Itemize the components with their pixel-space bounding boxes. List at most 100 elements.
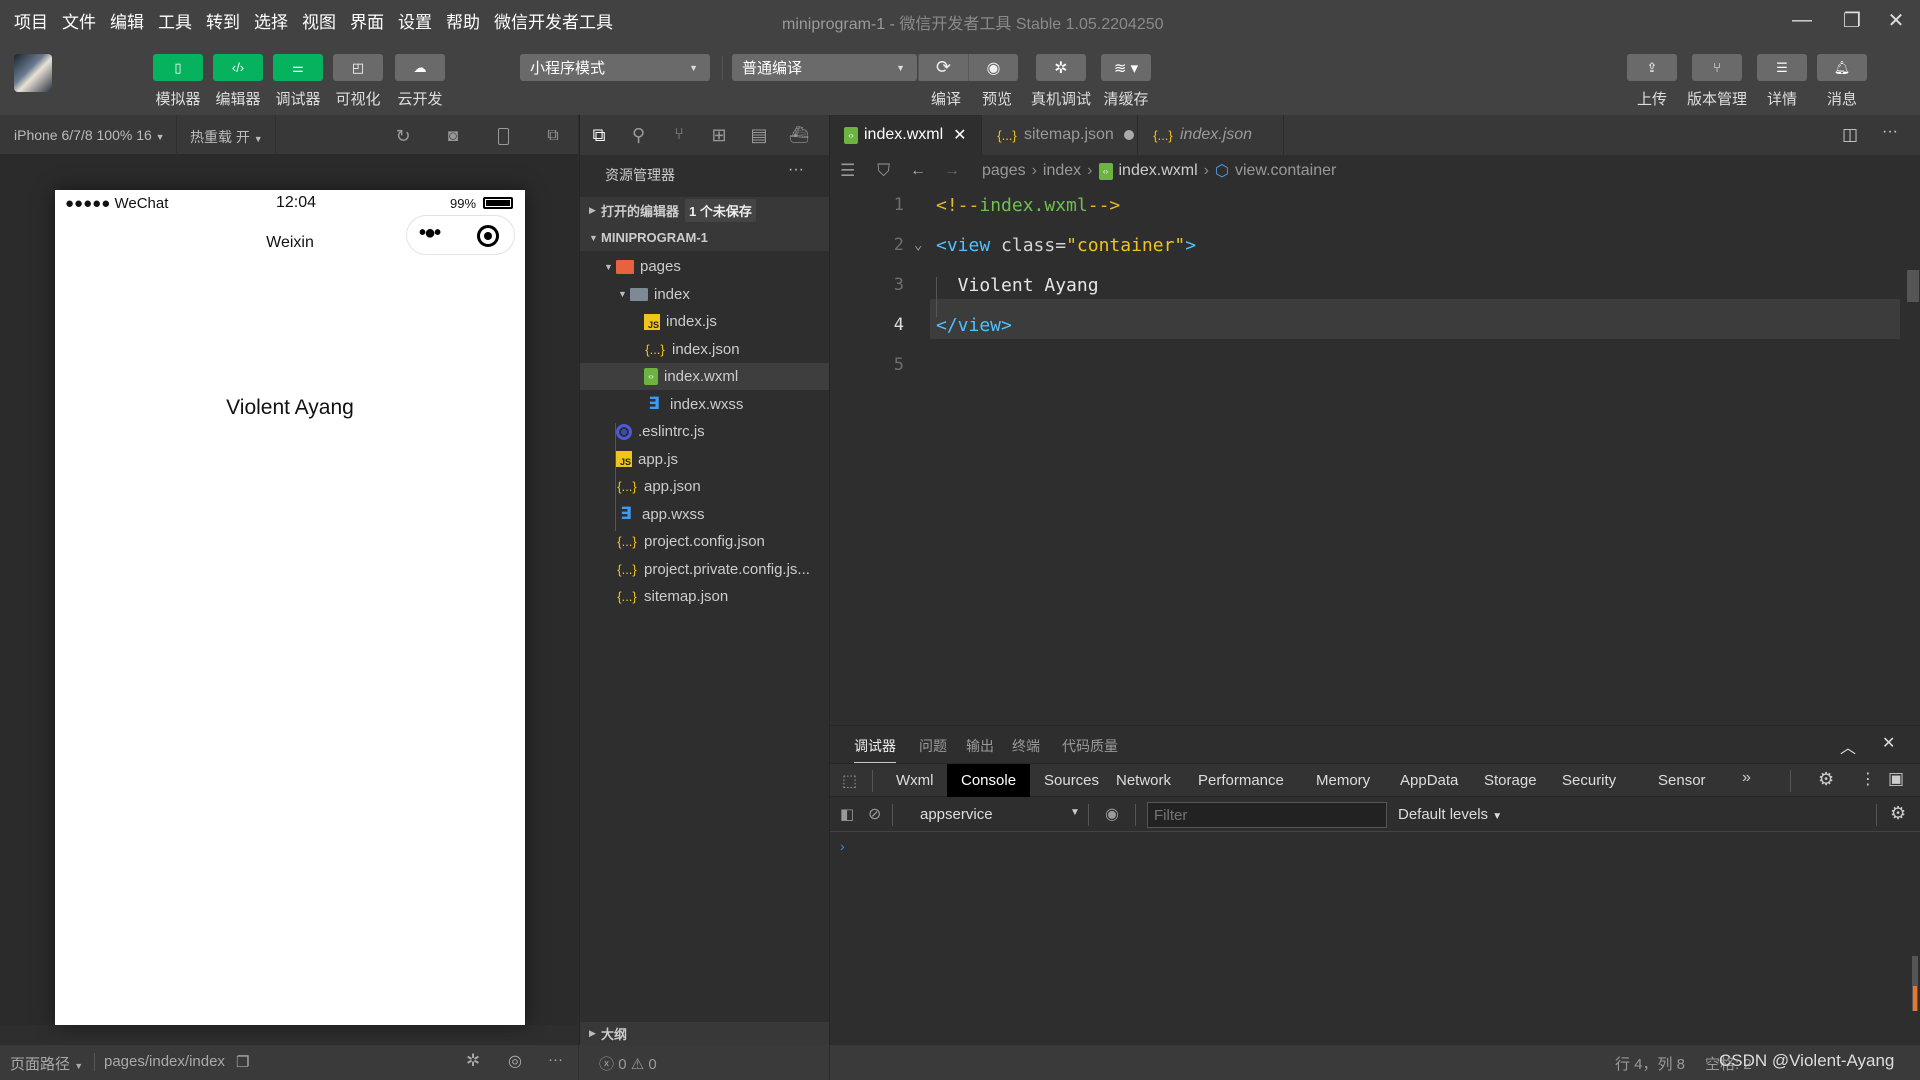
remote-debug-button[interactable]: ✲: [1036, 54, 1086, 81]
menu-item[interactable]: 界面: [350, 8, 384, 33]
devtools-tab[interactable]: Console: [947, 764, 1031, 797]
outline-toggle-button[interactable]: ☰: [840, 161, 855, 181]
docker-tab[interactable]: ⛴: [788, 124, 810, 146]
devtools-tab[interactable]: Sources: [1030, 764, 1113, 797]
live-expression-button[interactable]: ◉: [1105, 804, 1119, 824]
maximize-button[interactable]: ❐: [1832, 4, 1872, 36]
detach-button[interactable]: ⧉: [542, 125, 564, 147]
fold-chevron-icon[interactable]: ⌄: [914, 237, 922, 253]
avatar[interactable]: [14, 54, 52, 92]
dock-button[interactable]: ▣: [1888, 769, 1904, 789]
close-window-button[interactable]: ✕: [1876, 4, 1916, 36]
code-line[interactable]: <!--index.wxml-->: [936, 195, 1120, 216]
reload-button[interactable]: ↻: [392, 125, 414, 147]
more-button[interactable]: ···: [548, 1051, 563, 1068]
console-prompt[interactable]: ›: [840, 838, 845, 854]
breadcrumb-item[interactable]: index.wxml: [1119, 162, 1198, 180]
panel-tab[interactable]: 调试器: [854, 736, 896, 764]
toolbar-layout-button[interactable]: ◰: [333, 54, 383, 81]
filter-input[interactable]: [1147, 802, 1387, 828]
panel-tab[interactable]: 代码质量: [1062, 736, 1118, 756]
extensions-tab[interactable]: ⊞: [708, 124, 730, 146]
close-panel-button[interactable]: ✕: [1882, 733, 1895, 753]
sidebar-toggle-button[interactable]: ◧: [840, 805, 854, 823]
file-tree-item[interactable]: {...} project.config.json: [580, 528, 829, 555]
code-line[interactable]: <view class="container">: [936, 235, 1196, 256]
inspect-button[interactable]: ⬚: [842, 771, 857, 791]
levels-select[interactable]: Default levels ▼: [1398, 806, 1502, 823]
console-settings-button[interactable]: ⚙: [1890, 803, 1906, 824]
minimize-button[interactable]: —: [1782, 4, 1822, 36]
file-tree-item[interactable]: ▼ pages: [580, 253, 829, 280]
menu-item[interactable]: 视图: [302, 8, 336, 33]
panel-tab[interactable]: 终端: [1012, 736, 1040, 756]
device-rotate-button[interactable]: [492, 125, 514, 147]
files-tab[interactable]: ⧉: [588, 124, 610, 146]
file-tree-item[interactable]: {...} app.json: [580, 473, 829, 500]
panel-tab[interactable]: 问题: [919, 736, 947, 756]
source-control-tab[interactable]: ⑂: [668, 124, 690, 146]
devtools-tab[interactable]: Wxml: [882, 764, 948, 797]
explorer-more-button[interactable]: ···: [788, 161, 804, 179]
split-editor-button[interactable]: ◫: [1842, 125, 1858, 145]
menu-item[interactable]: 设置: [398, 8, 432, 33]
menu-item[interactable]: 转到: [206, 8, 240, 33]
file-tree-item[interactable]: {...} index.json: [580, 336, 829, 363]
page-path-select[interactable]: 页面路径 ▼: [10, 1053, 83, 1074]
toolbar-cloud-button[interactable]: ☁: [395, 54, 445, 81]
project-section[interactable]: ▼ MINIPROGRAM-1: [580, 224, 829, 251]
code-line[interactable]: Violent Ayang: [936, 275, 1099, 296]
file-tree-item[interactable]: JS app.js: [580, 446, 829, 473]
debug-button[interactable]: ✲: [466, 1051, 480, 1071]
compile-select[interactable]: 普通编译 ▼: [732, 54, 917, 81]
device-select[interactable]: iPhone 6/7/8 100% 16 ▼: [14, 127, 165, 143]
unsaved-dot-icon[interactable]: [1123, 130, 1134, 140]
menu-item[interactable]: 文件: [62, 8, 96, 33]
stop-button[interactable]: ◙: [442, 125, 464, 147]
outline-section[interactable]: ▶ 大纲: [580, 1022, 829, 1045]
back-button[interactable]: ←: [910, 162, 926, 180]
clear-console-button[interactable]: ⊘: [868, 804, 881, 824]
file-tree-item[interactable]: {...} sitemap.json: [580, 583, 829, 610]
devtools-tab[interactable]: Storage: [1470, 764, 1551, 797]
file-tree-item[interactable]: ∃ app.wxss: [580, 501, 829, 528]
devtools-tab[interactable]: Performance: [1184, 764, 1298, 797]
close-tab-icon[interactable]: ✕: [953, 125, 966, 145]
devtools-tab[interactable]: AppData: [1386, 764, 1472, 797]
context-select[interactable]: appservice: [920, 806, 993, 823]
file-tree-item[interactable]: {...} project.private.config.js...: [580, 556, 829, 583]
more-tabs-button[interactable]: »: [1742, 769, 1751, 787]
mode-select[interactable]: 小程序模式 ▼: [520, 54, 710, 81]
forward-button[interactable]: →: [944, 162, 960, 180]
bookmark-button[interactable]: ⛉: [877, 161, 890, 181]
devtools-tab[interactable]: Security: [1548, 764, 1630, 797]
clear-cache-button[interactable]: ≋ ▾: [1101, 54, 1151, 81]
open-editors-section[interactable]: ▶ 打开的编辑器 1 个未保存: [580, 197, 829, 224]
menu-item[interactable]: 选择: [254, 8, 288, 33]
editor-more-button[interactable]: ···: [1882, 123, 1898, 141]
menu-item[interactable]: 项目: [14, 8, 48, 33]
toolbar-upload-button[interactable]: ⇪: [1627, 54, 1677, 81]
close-miniprogram-button[interactable]: [477, 225, 499, 247]
file-tree-item[interactable]: ∃ index.wxss: [580, 391, 829, 418]
editor-scrollbar[interactable]: [1907, 270, 1919, 302]
toolbar-bell-button[interactable]: 🔔︎: [1817, 54, 1867, 81]
devtools-tab[interactable]: Sensor: [1644, 764, 1720, 797]
maximize-panel-button[interactable]: ︿: [1840, 734, 1856, 758]
compile-button[interactable]: ⟳: [918, 54, 968, 81]
toolbar-menu-button[interactable]: ☰: [1757, 54, 1807, 81]
breadcrumb-item[interactable]: pages: [982, 162, 1026, 180]
breadcrumb-item[interactable]: index: [1043, 162, 1081, 180]
code-area[interactable]: 1 <!--index.wxml--> 2 <view class="containe…: [830, 187, 1920, 725]
hot-reload-select[interactable]: 热重载 开 ▼: [190, 127, 263, 147]
breadcrumb-item[interactable]: view.container: [1235, 162, 1336, 180]
devtools-tab[interactable]: Network: [1102, 764, 1185, 797]
editor-tab[interactable]: ‹› index.wxml ✕: [830, 115, 982, 155]
menu-item[interactable]: 工具: [158, 8, 192, 33]
toolbar-code-button[interactable]: ‹/›: [213, 54, 263, 81]
file-tree-item[interactable]: ▼ index: [580, 281, 829, 308]
cursor-position[interactable]: 行 4，列 8: [1615, 1053, 1685, 1074]
preview-button[interactable]: ◉: [968, 54, 1018, 81]
editor-tab[interactable]: {...} index.json: [1138, 115, 1284, 155]
file-tree-item[interactable]: JS index.js: [580, 308, 829, 335]
